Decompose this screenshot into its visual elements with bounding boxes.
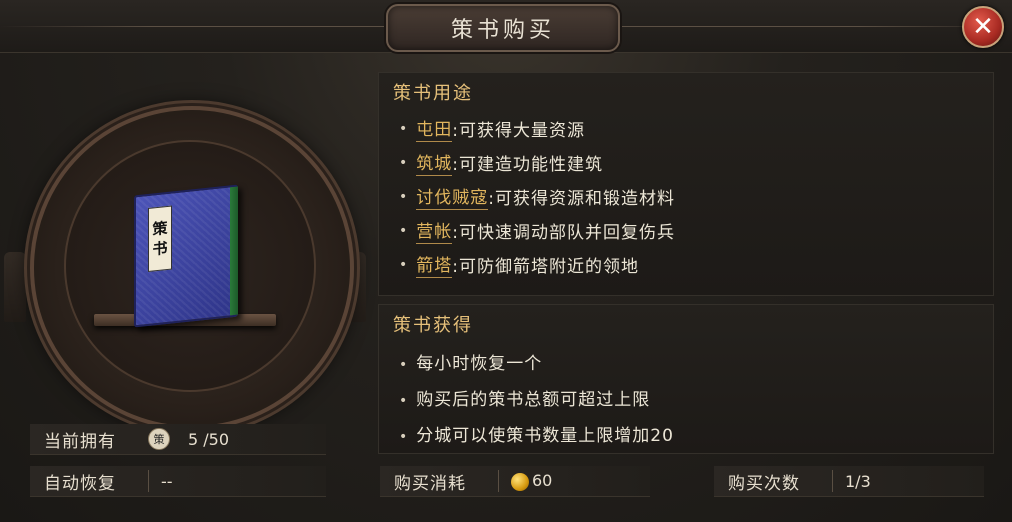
use-item: • 讨伐贼寇 :可获得资源和锻造材料	[399, 183, 675, 210]
recover-row: 自动恢复 --	[30, 466, 326, 497]
use-keyword-zhucheng[interactable]: 筑城	[416, 149, 453, 176]
gain-section: 策书获得 • 每小时恢复一个 • 购买后的策书总额可超过上限 • 分城可以使策书数量上…	[378, 304, 994, 454]
recover-value: --	[161, 471, 173, 491]
title-plate: 策书购买	[386, 4, 620, 52]
gain-item: • 每小时恢复一个	[399, 349, 542, 374]
bullet-icon: •	[399, 256, 409, 273]
owned-row: 当前拥有 策 5 /50	[30, 424, 326, 455]
bullet-icon: •	[399, 188, 409, 205]
book-spine	[230, 186, 238, 316]
left-pillar-decoration	[4, 252, 26, 322]
gain-item: • 分城可以使策书数量上限增加20	[399, 421, 674, 446]
times-row: 购买次数 1/3	[714, 466, 984, 497]
use-keyword-taofa[interactable]: 讨伐贼寇	[416, 183, 489, 210]
close-button[interactable]: ✕	[962, 6, 1004, 48]
gold-coin-icon	[511, 472, 529, 491]
gain-text: 分城可以使策书数量上限增加20	[416, 426, 674, 446]
bullet-icon: •	[399, 154, 409, 171]
book-label: 策 书	[148, 205, 172, 272]
use-item: • 箭塔 :可防御箭塔附近的领地	[399, 251, 639, 278]
bullet-icon: •	[399, 120, 409, 137]
uses-section: 策书用途 • 屯田 :可获得大量资源 • 筑城 :可建造功能性建筑 • 讨伐贼寇…	[378, 72, 994, 296]
dialog-title: 策书购买	[450, 18, 555, 43]
use-desc: :可获得资源和锻造材料	[488, 189, 675, 209]
strategy-book-image: 策 书	[134, 184, 238, 328]
use-keyword-tuntian[interactable]: 屯田	[416, 115, 453, 142]
times-label: 购买次数	[728, 473, 800, 494]
bullet-icon: •	[399, 222, 409, 239]
cost-label: 购买消耗	[394, 473, 466, 494]
gain-item: • 购买后的策书总额可超过上限	[399, 385, 650, 410]
close-icon: ✕	[972, 12, 994, 42]
bullet-icon: •	[399, 357, 409, 373]
use-desc: :可防御箭塔附近的领地	[452, 257, 639, 277]
owned-value: 5 /50	[188, 429, 230, 449]
use-keyword-jianta[interactable]: 箭塔	[416, 251, 453, 278]
owned-label: 当前拥有	[44, 431, 116, 452]
bullet-icon: •	[399, 429, 409, 445]
use-item: • 屯田 :可获得大量资源	[399, 115, 585, 142]
gain-title: 策书获得	[393, 315, 473, 336]
book-label-char-2: 书	[152, 238, 168, 259]
gain-text: 购买后的策书总额可超过上限	[416, 390, 651, 410]
use-desc: :可建造功能性建筑	[452, 155, 603, 175]
recover-label: 自动恢复	[44, 473, 116, 494]
use-desc: :可快速调动部队并回复伤兵	[452, 223, 675, 243]
strategy-book-icon: 策	[148, 428, 170, 450]
use-item: • 筑城 :可建造功能性建筑	[399, 149, 603, 176]
cost-value-wrap: 60	[499, 471, 552, 491]
times-value: 1/3	[845, 471, 871, 491]
cost-value: 60	[532, 471, 553, 491]
book-label-char-1: 策	[152, 218, 168, 239]
gain-text: 每小时恢复一个	[416, 354, 543, 374]
cost-row: 购买消耗 60	[380, 466, 650, 497]
use-keyword-yingzhang[interactable]: 营帐	[416, 217, 453, 244]
bullet-icon: •	[399, 393, 409, 409]
uses-title: 策书用途	[393, 83, 473, 104]
use-desc: :可获得大量资源	[452, 121, 585, 141]
use-item: • 营帐 :可快速调动部队并回复伤兵	[399, 217, 675, 244]
